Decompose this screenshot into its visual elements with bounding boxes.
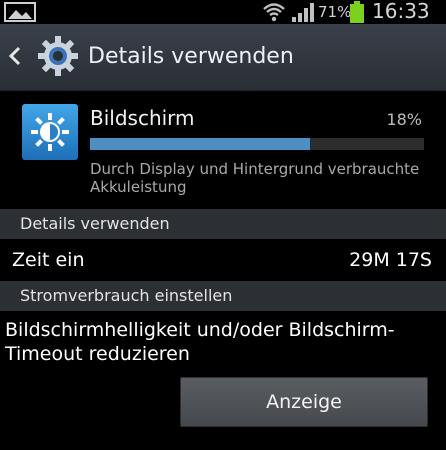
app-name: Bildschirm [90, 106, 195, 130]
app-description: Durch Display und Hintergrund verbraucht… [90, 160, 420, 196]
back-icon[interactable] [6, 44, 24, 68]
wifi-icon [263, 3, 285, 22]
clock: 16:33 [372, 0, 430, 23]
status-bar: 71% 16:33 [0, 0, 446, 24]
gallery-icon [4, 2, 36, 22]
time-on-row: Zeit ein 29M 17S [0, 239, 446, 281]
screen: 71% 16:33 Details verwenden Bildschirm 1… [0, 0, 446, 450]
app-detail-card: Bildschirm 18% Durch Display und Hinterg… [0, 91, 446, 208]
action-bar: Details verwenden [0, 24, 446, 91]
usage-bar [90, 138, 424, 150]
settings-gear-icon[interactable] [36, 34, 80, 78]
display-settings-button[interactable]: Anzeige [180, 377, 428, 427]
page-title: Details verwenden [88, 44, 294, 69]
battery-icon [350, 1, 364, 23]
usage-percent: 18% [386, 110, 422, 129]
section-header-power: Stromverbrauch einstellen [0, 281, 446, 311]
suggestion-text: Bildschirmhelligkeit und/oder Bildschirm… [5, 319, 395, 365]
brightness-icon [22, 104, 78, 160]
battery-percent: 71% [318, 3, 352, 21]
usage-bar-fill [90, 138, 311, 150]
time-on-label: Zeit ein [12, 249, 85, 271]
time-on-value: 29M 17S [349, 249, 432, 271]
signal-icon [292, 3, 314, 22]
section-header-power-label: Stromverbrauch einstellen [20, 286, 233, 305]
section-header-details-label: Details verwenden [20, 214, 170, 233]
section-header-details: Details verwenden [0, 209, 446, 239]
